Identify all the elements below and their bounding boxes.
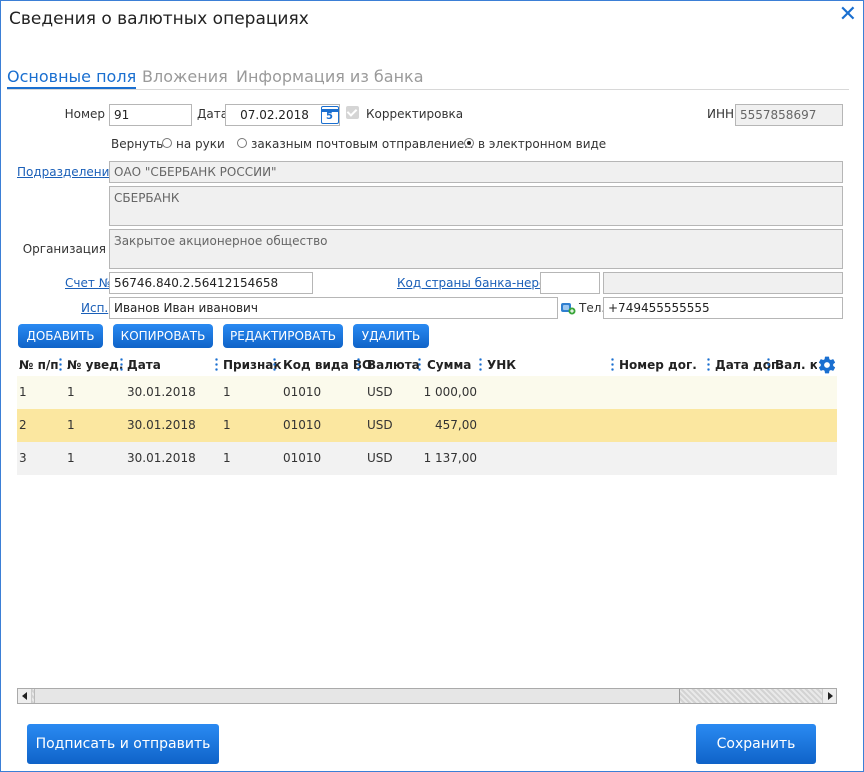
tab-bank-info[interactable]: Информация из банка	[236, 67, 424, 86]
tab-bar: Основные поля Вложения Информация из бан…	[7, 65, 849, 90]
executor-field[interactable]: Иванов Иван иванович	[109, 297, 558, 319]
column-resize-handle[interactable]	[767, 357, 770, 371]
number-field[interactable]: 91	[109, 104, 192, 126]
number-label: Номер	[64, 107, 105, 121]
column-header[interactable]: Номер дог.	[619, 358, 697, 372]
column-resize-handle[interactable]	[59, 357, 62, 371]
account-link[interactable]: Счет №	[65, 276, 111, 290]
division-link[interactable]: Подразделение	[17, 165, 117, 179]
inn-label: ИНН	[707, 107, 735, 121]
country-code-field[interactable]	[540, 272, 600, 294]
copy-button[interactable]: КОПИРОВАТЬ	[113, 324, 213, 348]
executor-link[interactable]: Исп.	[81, 301, 108, 315]
table-cell: 01010	[283, 451, 322, 465]
edit-button[interactable]: РЕДАКТИРОВАТЬ	[223, 324, 343, 348]
table-cell: USD	[367, 418, 393, 432]
radio-registered-mail-label: заказным почтовым отправлением	[251, 137, 474, 151]
column-header[interactable]: Дата	[127, 358, 161, 372]
column-header[interactable]: Сумма	[427, 358, 471, 372]
table-cell: 457,00	[435, 418, 477, 432]
gear-icon[interactable]	[817, 355, 837, 375]
column-resize-handle[interactable]	[273, 357, 276, 371]
save-button[interactable]: Сохранить	[696, 724, 816, 764]
radio-by-hand-label: на руки	[176, 137, 225, 151]
table-cell: 01010	[283, 385, 322, 399]
column-header[interactable]: Дата дог.	[715, 358, 782, 372]
table-cell: 1 000,00	[423, 385, 477, 399]
phone-field[interactable]: +749455555555	[603, 297, 843, 319]
table-cell: 1	[223, 385, 231, 399]
calendar-day-glyph: 5	[326, 111, 333, 122]
table-cell: 01010	[283, 418, 322, 432]
table-cell: 1	[67, 385, 75, 399]
calendar-icon[interactable]: 5	[321, 106, 339, 124]
return-label: Вернуть	[111, 137, 164, 151]
table-cell: 30.01.2018	[127, 385, 196, 399]
account-field[interactable]: 56746.840.2.56412154658	[109, 272, 313, 294]
phone-label: Тел.	[579, 301, 606, 315]
inn-field: 5557858697	[735, 104, 843, 126]
column-resize-handle[interactable]	[357, 357, 360, 371]
column-header[interactable]: Вал. ко	[775, 358, 817, 372]
column-resize-handle[interactable]	[418, 357, 421, 371]
delete-button[interactable]: УДАЛИТЬ	[353, 324, 429, 348]
contacts-icon[interactable]	[560, 301, 576, 315]
table-cell: 1	[67, 418, 75, 432]
table-row[interactable]: 3 1 30.01.2018 1 01010 USD 1 137,00	[17, 442, 837, 475]
add-button[interactable]: ДОБАВИТЬ	[18, 324, 103, 348]
correction-label: Корректировка	[366, 107, 464, 121]
scrollbar-thumb[interactable]	[34, 689, 680, 703]
radio-electronic-label: в электронном виде	[478, 137, 607, 151]
table-cell: USD	[367, 385, 393, 399]
table-cell: USD	[367, 451, 393, 465]
column-header[interactable]: № п/п	[19, 358, 59, 372]
country-code-link[interactable]: Код страны банка-нерез.	[397, 276, 557, 290]
dialog-title: Сведения о валютных операциях	[9, 9, 309, 29]
country-name-field	[603, 272, 843, 294]
division-field: ОАО "СБЕРБАНК РОССИИ"	[109, 161, 843, 183]
column-resize-handle[interactable]	[120, 357, 123, 371]
column-header[interactable]: № увед.	[67, 358, 123, 372]
table-header: № п/п № увед. Дата Признак Код вида ВО В…	[17, 353, 837, 377]
table-cell: 1 137,00	[423, 451, 477, 465]
organization-field: Закрытое акционерное общество	[109, 229, 843, 269]
column-resize-handle[interactable]	[707, 357, 710, 371]
column-header[interactable]: Валюта	[367, 358, 420, 372]
sign-and-send-button[interactable]: Подписать и отправить	[27, 724, 219, 764]
close-icon[interactable]: ✕	[839, 3, 857, 27]
table-cell: 1	[19, 385, 27, 399]
radio-by-hand[interactable]	[162, 138, 172, 148]
horizontal-scrollbar[interactable]	[17, 688, 837, 704]
table-cell: 2	[19, 418, 27, 432]
scroll-right-icon[interactable]	[822, 689, 836, 703]
radio-registered-mail[interactable]	[237, 138, 247, 148]
table-row[interactable]: 2 1 30.01.2018 1 01010 USD 457,00	[17, 409, 837, 442]
correction-checkbox[interactable]	[346, 106, 359, 119]
table-cell: 30.01.2018	[127, 418, 196, 432]
bank-name-field: СБЕРБАНК	[109, 186, 843, 226]
dialog-window: Сведения о валютных операциях ✕ Основные…	[0, 0, 864, 772]
tab-attachments[interactable]: Вложения	[142, 67, 228, 86]
table-cell: 3	[19, 451, 27, 465]
table-row[interactable]: 1 1 30.01.2018 1 01010 USD 1 000,00	[17, 376, 837, 409]
column-header[interactable]: УНК	[487, 358, 516, 372]
table-cell: 30.01.2018	[127, 451, 196, 465]
radio-electronic[interactable]	[464, 138, 474, 148]
column-resize-handle[interactable]	[479, 357, 482, 371]
organization-label: Организация	[22, 242, 106, 256]
column-resize-handle[interactable]	[611, 357, 614, 371]
table-cell: 1	[223, 451, 231, 465]
date-label: Дата	[197, 107, 229, 121]
tab-main-fields[interactable]: Основные поля	[7, 67, 137, 89]
scroll-left-icon[interactable]	[18, 689, 32, 703]
table-cell: 1	[223, 418, 231, 432]
column-resize-handle[interactable]	[215, 357, 218, 371]
table-cell: 1	[67, 451, 75, 465]
